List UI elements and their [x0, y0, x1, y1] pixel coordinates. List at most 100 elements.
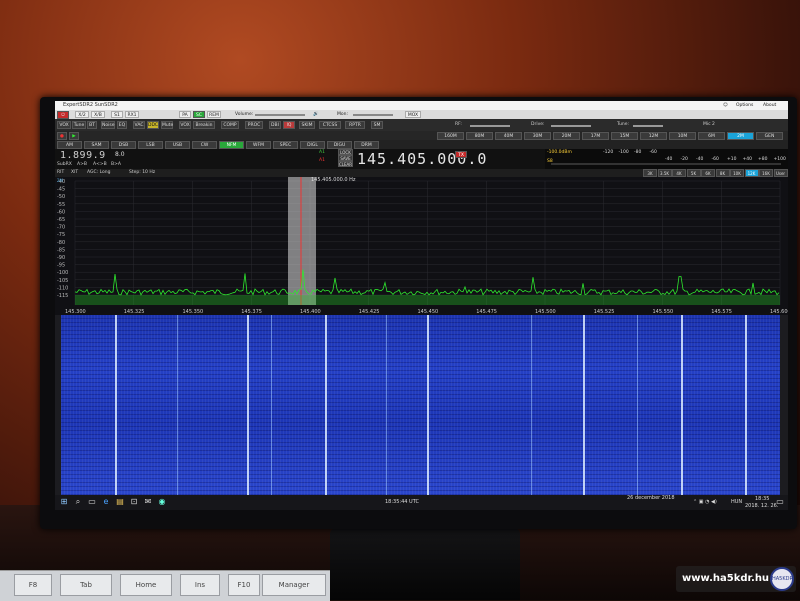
fn-proc-button[interactable]: PROC — [245, 121, 263, 129]
mic-label[interactable]: Mic 2 — [703, 121, 715, 129]
filter-button-6k[interactable]: 6K — [701, 169, 715, 177]
mode-button-nfm[interactable]: NFM — [219, 141, 244, 149]
search-icon[interactable]: ⌕ — [73, 497, 83, 507]
filter-button-3-5k[interactable]: 3.5K — [657, 169, 672, 177]
filter-button-4k[interactable]: 4K — [672, 169, 686, 177]
mode-button-usb[interactable]: USB — [165, 141, 190, 149]
rit-label[interactable]: RIT — [57, 169, 64, 177]
tx-button[interactable]: TX — [455, 151, 467, 158]
step-select[interactable]: Step: 10 Hz — [129, 169, 155, 177]
tb1-xb-button[interactable]: X/B — [91, 111, 105, 118]
mode-button-spec[interactable]: SPEC — [273, 141, 298, 149]
band-button-6m[interactable]: 6M — [698, 132, 725, 140]
mon-slider[interactable] — [353, 114, 393, 116]
fn-skim-button[interactable]: SKIM — [299, 121, 315, 129]
fn-vox2-button[interactable]: VOX — [179, 121, 191, 129]
band-button-10m[interactable]: 10M — [669, 132, 696, 140]
options-link[interactable]: Options — [736, 101, 753, 110]
tb1-s1-button[interactable]: S1 — [111, 111, 123, 118]
vfo-a-atob[interactable]: A>B — [77, 161, 87, 169]
mode-button-am[interactable]: AM — [57, 141, 82, 149]
mode-button-lsb[interactable]: LSB — [138, 141, 163, 149]
xit-label[interactable]: XIT — [71, 169, 78, 177]
band-button-12m[interactable]: 12M — [640, 132, 667, 140]
tb1-rem-button[interactable]: REM — [207, 111, 221, 118]
tb1-pa-button[interactable]: PA — [179, 111, 191, 118]
tb1-x2-button[interactable]: X/2 — [75, 111, 89, 118]
mox-button[interactable]: MOX — [405, 111, 421, 118]
mode-button-drm[interactable]: DRM — [354, 141, 379, 149]
band-button-30m[interactable]: 30M — [524, 132, 551, 140]
play-icon[interactable]: ▶ — [69, 132, 79, 140]
fn-rptr-button[interactable]: RPTR — [345, 121, 365, 129]
task-view-icon[interactable]: ▭ — [87, 497, 97, 507]
band-button-20m[interactable]: 20M — [553, 132, 580, 140]
language-indicator[interactable]: HUN — [731, 499, 742, 506]
vfo-b-frequency[interactable]: 145.405.000.0 — [357, 150, 487, 168]
fn-breakin-button[interactable]: Breakin — [193, 121, 215, 129]
edge-icon[interactable]: e — [101, 497, 111, 507]
clock-time[interactable]: 18:35 — [755, 496, 769, 503]
fn-dbi-button[interactable]: DBI — [269, 121, 281, 129]
spectrum-panel[interactable]: -40 -45 -50 -55 -60 -65 -70 -75 -80 -85 -90 -95 -100… — [55, 177, 788, 315]
fn-mute-button[interactable]: Mute — [161, 121, 173, 129]
mode-button-cw[interactable]: CW — [192, 141, 217, 149]
band-button-15m[interactable]: 15M — [611, 132, 638, 140]
notifications-icon[interactable]: ▭ — [775, 497, 785, 507]
tb1-sc-button[interactable]: SC — [193, 111, 205, 118]
band-button-160m[interactable]: 160M — [437, 132, 464, 140]
band-button-2m[interactable]: 2M — [727, 132, 754, 140]
mode-button-digl[interactable]: DIGL — [300, 141, 325, 149]
fn-bt-button[interactable]: BT — [87, 121, 97, 129]
agc-select[interactable]: AGC: Long — [87, 169, 110, 177]
waterfall-panel[interactable] — [61, 315, 780, 495]
mail-icon[interactable]: ✉ — [143, 497, 153, 507]
fn-vac-button[interactable]: VAC — [133, 121, 145, 129]
tune-slider[interactable] — [633, 125, 663, 127]
vfo-a-btoa[interactable]: B>A — [111, 161, 121, 169]
band-button-80m[interactable]: 80M — [466, 132, 493, 140]
power-icon[interactable]: ⏻ — [57, 111, 69, 119]
vfo-a-swap[interactable]: A<>B — [93, 161, 107, 169]
record-icon[interactable]: ● — [57, 132, 67, 140]
filter-button-10k[interactable]: 10K — [730, 169, 744, 177]
fn-comp-button[interactable]: COMP — [221, 121, 239, 129]
user-icon[interactable]: ☺ — [723, 101, 728, 110]
mode-button-sam[interactable]: SAM — [84, 141, 109, 149]
about-link[interactable]: About — [763, 101, 776, 110]
fn-sm-button[interactable]: SM — [371, 121, 383, 129]
fn-eq-button[interactable]: EQ — [117, 121, 127, 129]
filter-button-16k[interactable]: 16K — [759, 169, 773, 177]
mode-button-dsb[interactable]: DSB — [111, 141, 136, 149]
sdr-app-icon[interactable]: ◉ — [157, 497, 167, 507]
vfo-a-frequency[interactable]: 1.899.9 — [60, 150, 106, 161]
tray-icons[interactable]: ⌃ ▣ ◔ ◀) — [693, 499, 717, 506]
filter-button-8k[interactable]: 8K — [715, 169, 730, 177]
file-explorer-icon[interactable]: ▤ — [115, 497, 125, 507]
volume-slider[interactable] — [255, 114, 305, 116]
speaker-icon[interactable]: 🔊 — [313, 111, 319, 119]
filter-button-5k[interactable]: 5K — [686, 169, 701, 177]
tb1-rx1-button[interactable]: RX1 — [125, 111, 139, 118]
fn-noise-button[interactable]: Noise — [101, 121, 115, 129]
store-icon[interactable]: ⊡ — [129, 497, 139, 507]
fn-iq-button[interactable]: IQ — [283, 121, 295, 129]
band-button-40m[interactable]: 40M — [495, 132, 522, 140]
fn-ddc-button[interactable]: DDC — [147, 121, 159, 129]
rf-slider[interactable] — [470, 125, 510, 127]
band-button-gen[interactable]: GEN — [756, 132, 783, 140]
clock-date[interactable]: 2018. 12. 26. — [745, 503, 778, 510]
drive-slider[interactable] — [551, 125, 591, 127]
filter-button-user[interactable]: User — [773, 169, 788, 177]
band-button-17m[interactable]: 17M — [582, 132, 609, 140]
vfo-a-subrx[interactable]: SubRX — [57, 161, 72, 169]
fn-ctcss-button[interactable]: CTCSS — [319, 121, 341, 129]
filter-button-3k[interactable]: 3K — [643, 169, 657, 177]
mode-button-digu[interactable]: DIGU — [327, 141, 352, 149]
mode-button-wfm[interactable]: WFM — [246, 141, 271, 149]
windows-start-icon[interactable]: ⊞ — [59, 497, 69, 507]
filter-button-12k[interactable]: 12K — [744, 169, 759, 177]
fn-tune-button[interactable]: Tune — [72, 121, 86, 129]
clear-button[interactable]: CLEAR — [338, 161, 353, 167]
fn-vox-button[interactable]: VOX — [57, 121, 71, 129]
